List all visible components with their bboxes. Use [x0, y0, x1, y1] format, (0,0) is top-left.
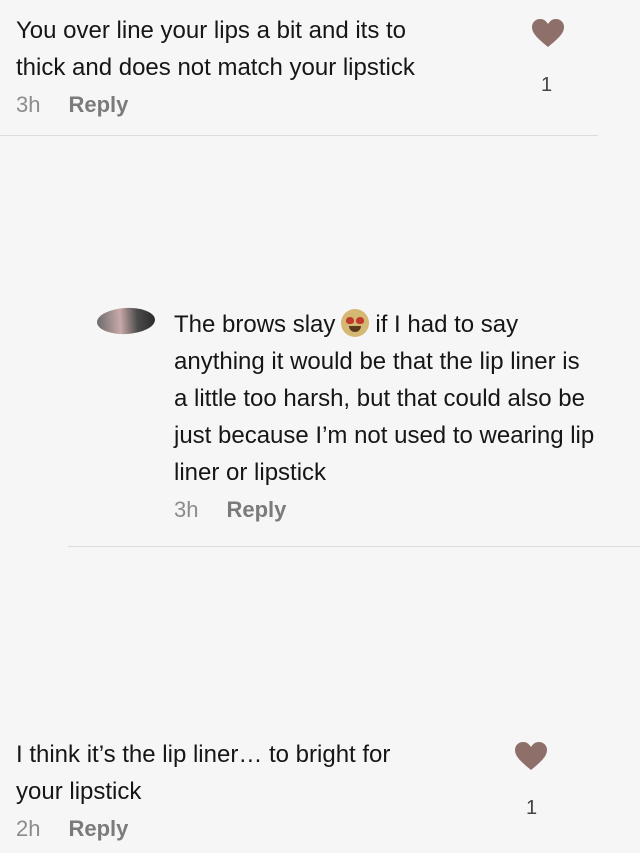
- divider: [0, 135, 598, 136]
- reply-button[interactable]: Reply: [226, 497, 286, 523]
- divider: [68, 546, 640, 547]
- reply-button[interactable]: Reply: [68, 816, 128, 842]
- comment-text-line: I think it’s the lip liner… to bright fo…: [16, 741, 391, 768]
- comment-text-part: The brows slay: [174, 311, 336, 338]
- comment-text-line: just because I’m not used to wearing lip: [174, 422, 595, 449]
- heart-eyes-emoji-icon: [341, 309, 370, 337]
- heart-icon[interactable]: [514, 741, 548, 771]
- comment-text: The brows slay if I had to say anything i…: [174, 306, 634, 491]
- comment-text-part: if I had to say: [375, 311, 519, 338]
- like-count: 1: [526, 797, 538, 819]
- comment-timestamp: 3h: [16, 92, 41, 117]
- comment-text-line: You over line your lips a bit and its to: [16, 17, 407, 44]
- heart-icon[interactable]: [531, 18, 565, 48]
- avatar[interactable]: [96, 306, 156, 336]
- comment-text-line: anything it would be that the lip liner …: [174, 348, 580, 375]
- comment-timestamp: 2h: [16, 816, 41, 841]
- reply-button[interactable]: Reply: [68, 92, 128, 118]
- comment-text-line: thick and does not match your lipstick: [16, 54, 415, 81]
- comment-text-line: a little too harsh, but that could also …: [174, 385, 585, 412]
- comment-text: I think it’s the lip liner… to bright fo…: [16, 736, 516, 810]
- comment-text-line: liner or lipstick: [174, 459, 327, 486]
- comment-text-line: your lipstick: [16, 778, 142, 805]
- comment-text: You over line your lips a bit and its to…: [16, 12, 516, 86]
- like-count: 1: [541, 74, 553, 96]
- comment-3: I think it’s the lip liner… to bright fo…: [16, 736, 516, 842]
- comment-1: You over line your lips a bit and its to…: [16, 12, 516, 118]
- comment-timestamp: 3h: [174, 497, 199, 522]
- comment-2: The brows slay if I had to say anything i…: [174, 306, 634, 523]
